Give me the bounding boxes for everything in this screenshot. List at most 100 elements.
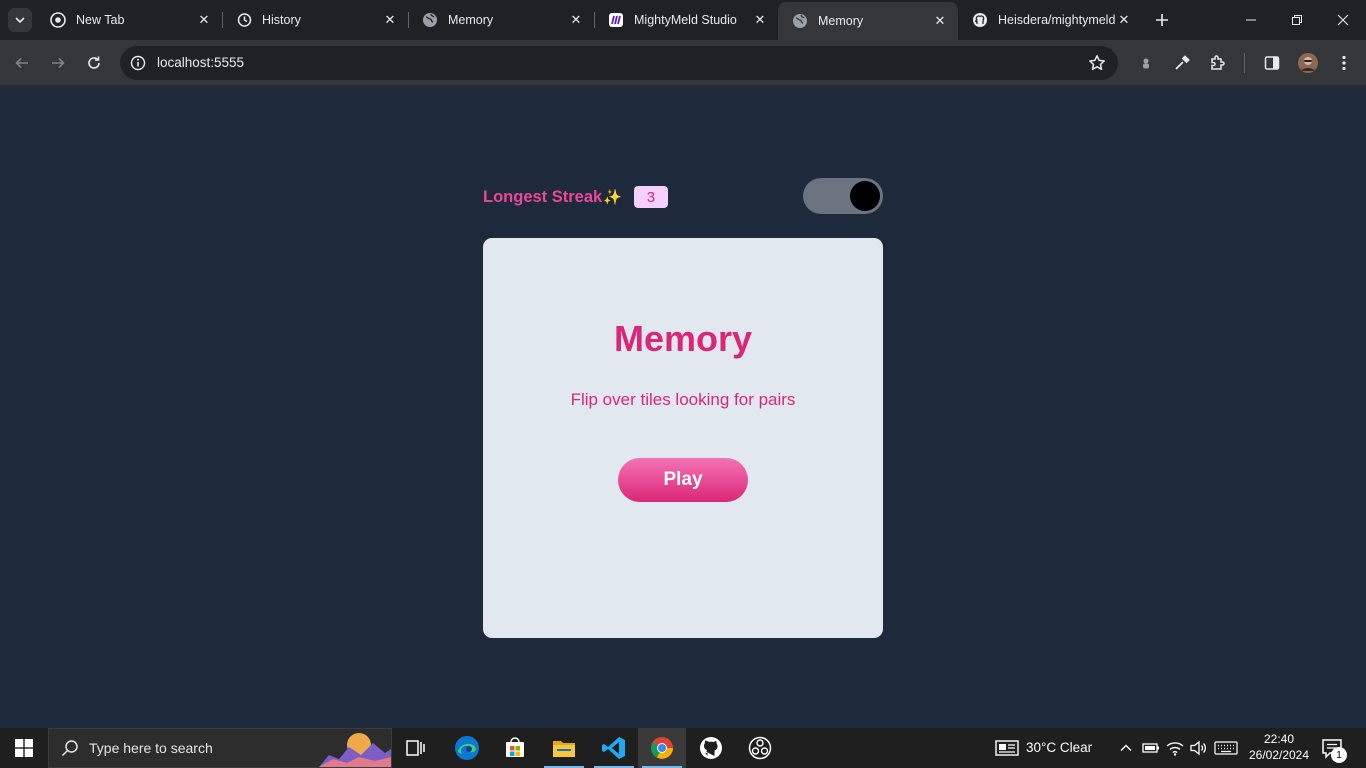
- chevron-up-icon[interactable]: [1117, 739, 1135, 757]
- close-window-button[interactable]: [1320, 0, 1366, 40]
- start-card: Memory Flip over tiles looking for pairs…: [483, 238, 883, 638]
- minimize-button[interactable]: [1228, 0, 1274, 40]
- back-button[interactable]: [8, 49, 36, 77]
- task-view-button[interactable]: [392, 728, 440, 768]
- volume-icon[interactable]: [1190, 739, 1208, 757]
- globe-icon: [422, 12, 438, 28]
- restore-icon: [1292, 15, 1302, 25]
- extension-dot-icon: [1143, 58, 1149, 69]
- clock-time: 22:40: [1263, 732, 1295, 746]
- address-bar[interactable]: localhost:5555: [120, 46, 1118, 80]
- taskbar-store[interactable]: [491, 728, 539, 768]
- close-icon[interactable]: ✕: [196, 12, 212, 28]
- extension-button[interactable]: [1132, 49, 1160, 77]
- file-explorer-icon: [553, 741, 575, 757]
- taskbar-clock[interactable]: 22:40 26/02/2024: [1246, 731, 1312, 763]
- edge-icon: [455, 736, 479, 760]
- avatar-icon: [1298, 53, 1318, 73]
- battery-icon[interactable]: [1142, 739, 1160, 757]
- side-panel-icon: [1264, 56, 1280, 70]
- new-tab-button[interactable]: [1150, 8, 1174, 32]
- game-subtitle: Flip over tiles looking for pairs: [570, 390, 796, 409]
- theme-toggle[interactable]: [803, 178, 883, 214]
- taskbar-github-desktop[interactable]: [687, 728, 735, 768]
- taskbar-vscode[interactable]: [590, 728, 638, 768]
- tab-new-tab[interactable]: New Tab ✕: [36, 0, 222, 40]
- address-url: localhost:5555: [157, 55, 245, 70]
- clock-date: 26/02/2024: [1248, 748, 1310, 762]
- profile-avatar[interactable]: [1294, 49, 1322, 77]
- start-button[interactable]: [0, 728, 48, 768]
- search-highlight-illustration: [319, 729, 391, 767]
- tab-title: Heisdera/mightymeld: [998, 13, 1116, 27]
- search-placeholder: Type here to search: [89, 740, 213, 756]
- reload-button[interactable]: [80, 49, 108, 77]
- close-icon[interactable]: ✕: [382, 12, 398, 28]
- site-info-icon[interactable]: [129, 54, 147, 72]
- close-icon: [1337, 14, 1349, 26]
- weather-text[interactable]: 30°C Clear: [1026, 740, 1092, 755]
- memory-game-page: Longest Streak ✨ 3 Memory Flip over tile…: [0, 87, 1366, 728]
- streak-count-badge: 3: [633, 186, 668, 208]
- reload-icon: [88, 56, 100, 69]
- close-icon[interactable]: ✕: [568, 12, 584, 28]
- taskbar-edge[interactable]: [443, 728, 491, 768]
- toolbar-divider: [1244, 53, 1245, 73]
- tab-title: History: [262, 13, 301, 27]
- windows-logo-icon: [15, 739, 33, 757]
- chrome-icon: [50, 12, 66, 28]
- play-button[interactable]: Play: [618, 458, 748, 502]
- windows-taskbar: Type here to search 30°C Clear 22:40 26/…: [0, 728, 1366, 768]
- chrome-icon: [651, 737, 673, 759]
- browser-tab-strip: New Tab ✕ History ✕ Memory ✕ MightyMeld …: [0, 0, 1366, 40]
- keyboard-icon[interactable]: [1214, 739, 1238, 757]
- game-title: Memory: [613, 318, 753, 359]
- toggle-knob: [850, 181, 880, 211]
- mightymeld-icon: [608, 12, 624, 28]
- sparkles-icon: ✨: [603, 188, 622, 206]
- taskbar-file-explorer[interactable]: [540, 728, 588, 768]
- arrow-right-icon: [52, 57, 65, 69]
- kebab-menu-icon: [1342, 55, 1346, 71]
- wifi-icon[interactable]: [1166, 739, 1184, 757]
- tab-title: Memory: [818, 14, 864, 28]
- minimize-icon: [1246, 19, 1256, 21]
- taskbar-obs[interactable]: [736, 728, 784, 768]
- extensions-menu-button[interactable]: [1204, 49, 1232, 77]
- chevron-down-icon: [15, 17, 25, 24]
- vscode-icon: [602, 737, 625, 759]
- tab-memory-active[interactable]: Memory ✕: [778, 2, 958, 40]
- obs-icon: [748, 736, 772, 760]
- arrow-left-icon: [15, 57, 28, 69]
- side-panel-button[interactable]: [1258, 49, 1286, 77]
- close-icon[interactable]: ✕: [1116, 12, 1132, 28]
- eyedropper-extension-button[interactable]: [1168, 49, 1196, 77]
- close-icon[interactable]: ✕: [752, 12, 768, 28]
- tab-memory[interactable]: Memory ✕: [408, 0, 594, 40]
- plus-icon: [1156, 14, 1168, 26]
- news-weather-icon[interactable]: [995, 739, 1019, 757]
- tab-mightymeld-studio[interactable]: MightyMeld Studio ✕: [594, 0, 778, 40]
- longest-streak: Longest Streak ✨ 3: [483, 186, 668, 208]
- tab-search-button[interactable]: [8, 8, 32, 32]
- restore-button[interactable]: [1274, 0, 1320, 40]
- tab-history[interactable]: History ✕: [222, 0, 408, 40]
- eyedropper-icon: [1175, 55, 1190, 70]
- store-icon: [506, 737, 524, 757]
- tab-title: MightyMeld Studio: [634, 13, 737, 27]
- taskbar-search-box[interactable]: Type here to search: [48, 728, 392, 768]
- browser-menu-button[interactable]: [1330, 49, 1358, 77]
- history-icon: [236, 12, 252, 28]
- globe-icon: [792, 13, 808, 29]
- close-icon[interactable]: ✕: [932, 13, 948, 29]
- bookmark-star-icon[interactable]: [1088, 54, 1106, 72]
- github-desktop-icon: [700, 737, 722, 759]
- search-icon: [61, 740, 78, 757]
- task-view-icon: [406, 740, 425, 756]
- forward-button[interactable]: [44, 49, 72, 77]
- github-icon: [972, 12, 988, 28]
- tab-github-repo[interactable]: Heisdera/mightymeld ✕: [958, 0, 1142, 40]
- streak-label: Longest Streak: [483, 187, 603, 206]
- puzzle-icon: [1211, 55, 1225, 70]
- taskbar-chrome[interactable]: [638, 728, 686, 768]
